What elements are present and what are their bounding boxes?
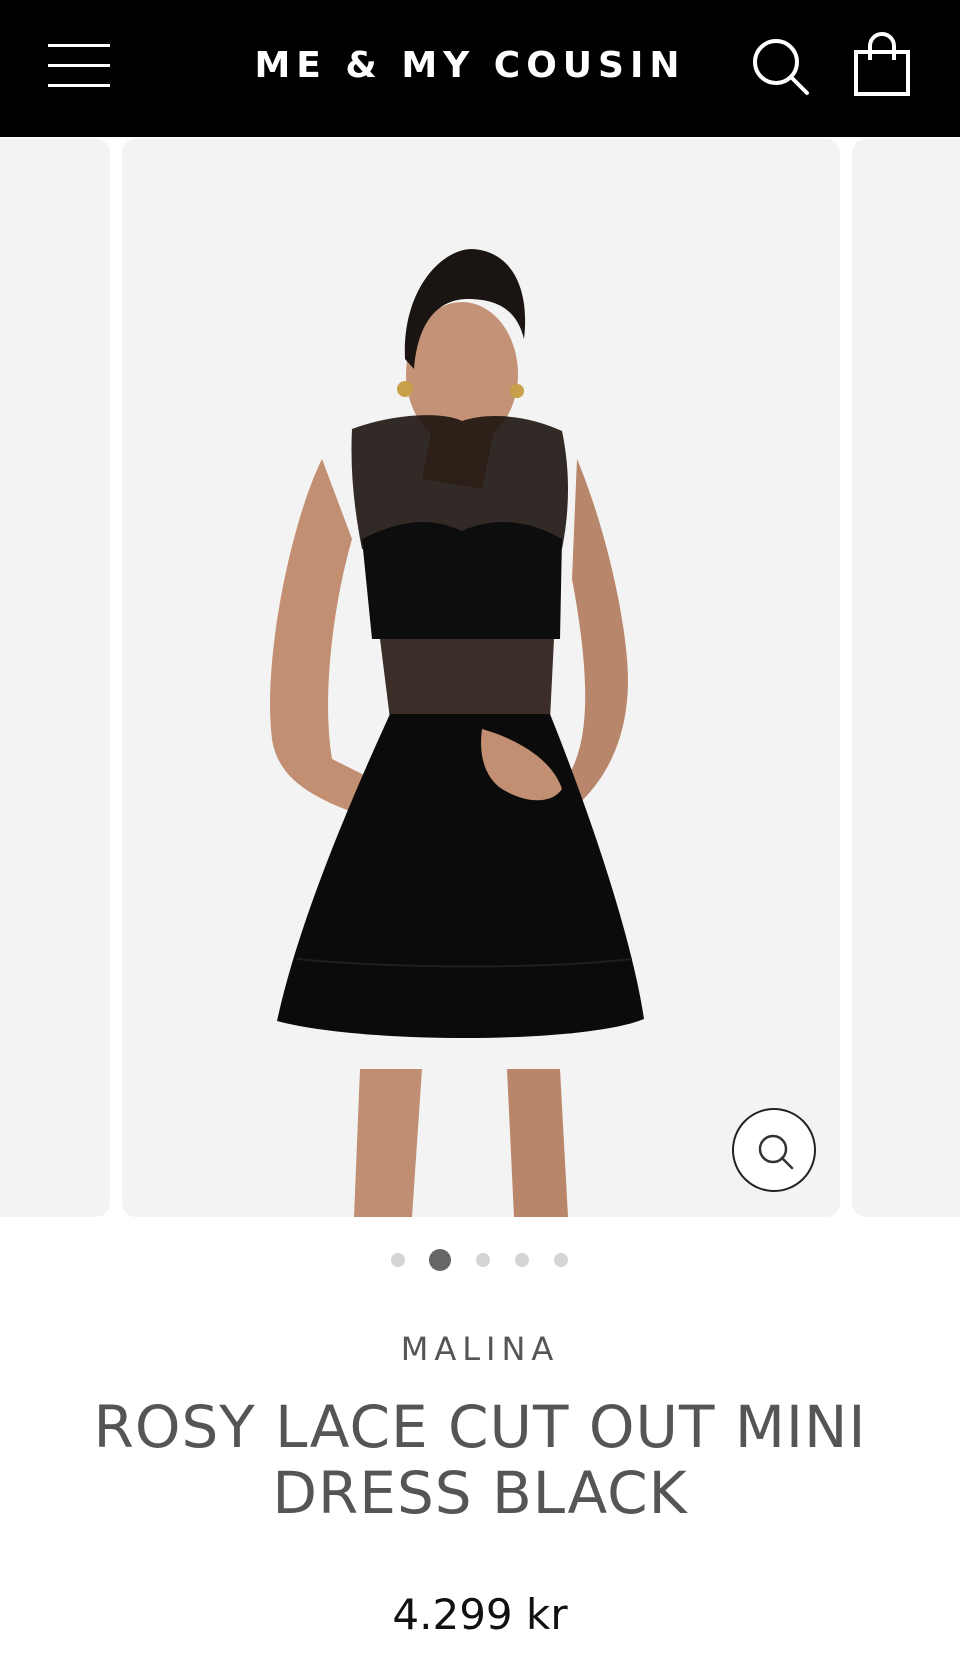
carousel-dot[interactable] (515, 1253, 529, 1267)
carousel-dot[interactable] (391, 1253, 405, 1267)
hamburger-menu-icon[interactable] (48, 44, 110, 88)
carousel-dot[interactable] (554, 1253, 568, 1267)
zoom-search-icon (758, 1134, 794, 1170)
product-price: 4.299 kr (392, 1590, 568, 1639)
previous-slide[interactable] (0, 139, 110, 1217)
shopping-bag-icon[interactable] (852, 32, 912, 98)
product-image[interactable] (122, 139, 840, 1217)
next-slide[interactable] (852, 139, 960, 1217)
dress-photo (122, 139, 840, 1217)
site-header: ME & MY COUSIN (0, 0, 960, 137)
zoom-button[interactable] (732, 1108, 816, 1192)
carousel-dot[interactable] (476, 1253, 490, 1267)
product-brand[interactable]: MALINA (0, 1330, 960, 1368)
brand-logo[interactable]: ME & MY COUSIN (230, 38, 710, 94)
search-icon[interactable] (750, 36, 812, 98)
carousel-pagination (380, 1248, 580, 1272)
carousel-dot-active[interactable] (429, 1249, 451, 1271)
product-title: ROSY LACE CUT OUT MINI DRESS BLACK (93, 1393, 867, 1527)
product-image-carousel[interactable] (0, 137, 960, 1217)
